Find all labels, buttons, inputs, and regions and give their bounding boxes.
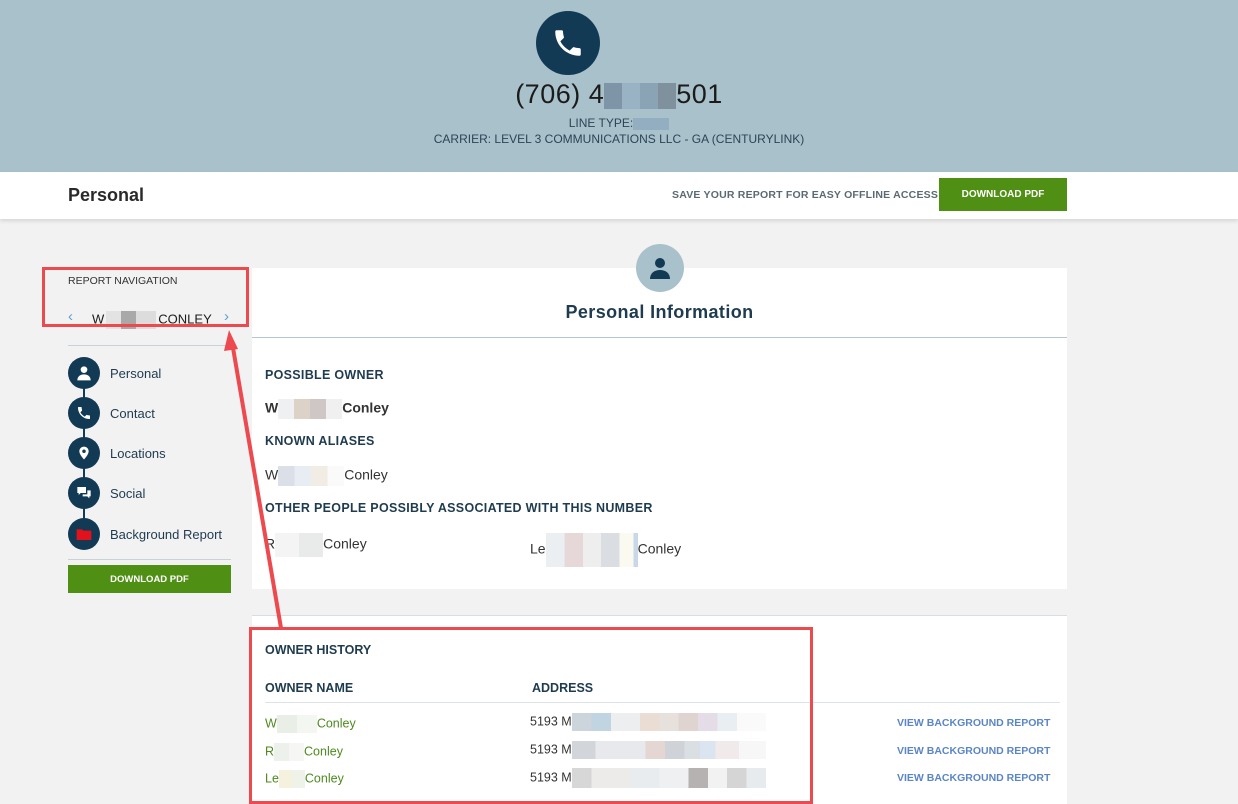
annotation-arrow — [224, 330, 283, 629]
